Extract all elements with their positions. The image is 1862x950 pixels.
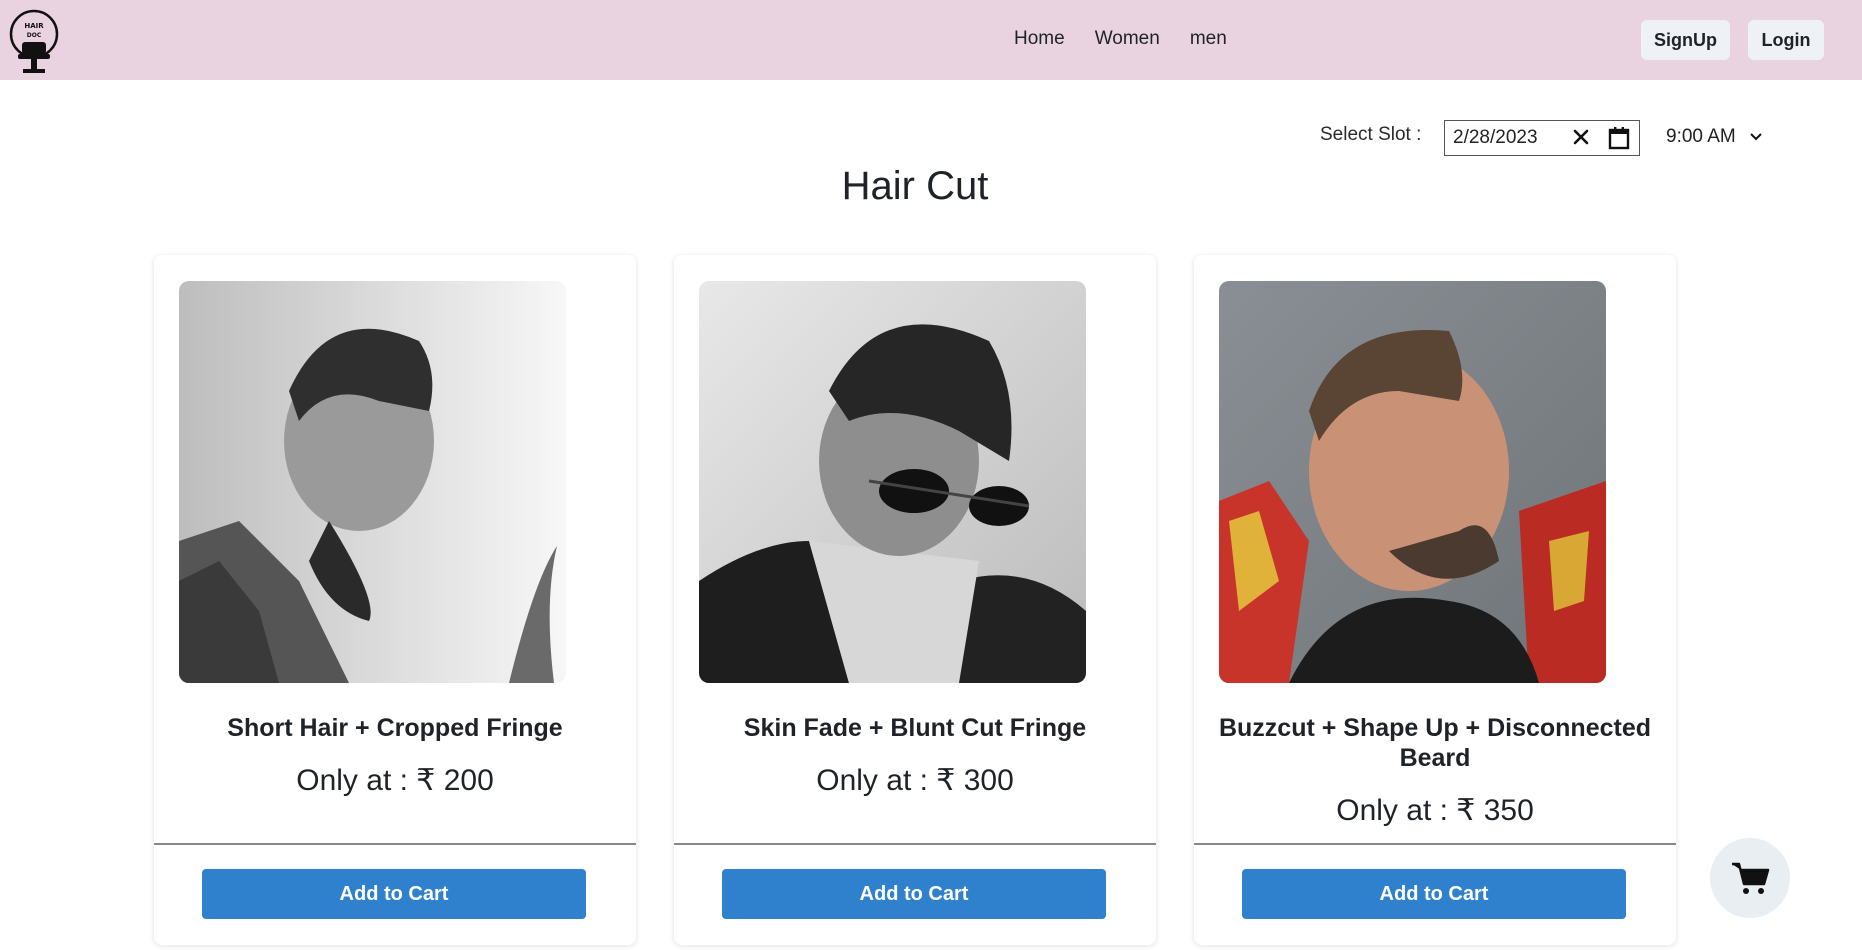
logo[interactable]: HAIR DOC	[8, 6, 60, 76]
shopping-cart-icon	[1732, 862, 1770, 894]
date-value: 2/28/2023	[1453, 127, 1538, 148]
service-image	[1219, 281, 1606, 683]
barber-chair-logo-icon: HAIR DOC	[9, 9, 59, 73]
slot-label: Select Slot :	[1320, 124, 1422, 145]
service-card: Buzzcut + Shape Up + Disconnected Beard …	[1194, 255, 1676, 945]
nav-home[interactable]: Home	[1014, 28, 1065, 50]
add-to-cart-button[interactable]: Add to Cart	[202, 869, 586, 919]
service-card: Skin Fade + Blunt Cut Fringe Only at : ₹…	[674, 255, 1156, 945]
service-title: Buzzcut + Shape Up + Disconnected Beard	[1218, 714, 1652, 772]
nav-men[interactable]: men	[1190, 28, 1227, 50]
calendar-icon[interactable]	[1607, 126, 1631, 150]
svg-text:DOC: DOC	[27, 32, 42, 39]
service-image	[699, 281, 1086, 683]
service-price: Only at : ₹ 300	[816, 764, 1014, 797]
nav-links: Home Women men	[1014, 28, 1227, 50]
service-price: Only at : ₹ 200	[296, 764, 494, 797]
navbar: HAIR DOC Home Women men SignUp Login	[0, 0, 1862, 80]
svg-text:HAIR: HAIR	[24, 22, 44, 30]
service-title: Skin Fade + Blunt Cut Fringe	[743, 714, 1087, 742]
time-select[interactable]: 9:00 AM	[1666, 126, 1762, 148]
card-divider	[1194, 843, 1676, 845]
close-icon[interactable]	[1571, 127, 1591, 147]
floating-cart-button[interactable]	[1710, 838, 1790, 918]
time-value: 9:00 AM	[1666, 126, 1736, 147]
add-to-cart-button[interactable]: Add to Cart	[1242, 869, 1626, 919]
nav-women[interactable]: Women	[1095, 28, 1160, 50]
service-image	[179, 281, 566, 683]
service-price: Only at : ₹ 350	[1336, 794, 1534, 827]
date-input[interactable]: 2/28/2023	[1444, 120, 1640, 156]
card-divider	[154, 843, 636, 845]
service-title: Short Hair + Cropped Fringe	[227, 714, 563, 742]
chevron-down-icon	[1750, 133, 1762, 141]
service-card: Short Hair + Cropped Fringe Only at : ₹ …	[154, 255, 636, 945]
page-title: Hair Cut	[841, 164, 989, 208]
signup-button[interactable]: SignUp	[1641, 20, 1730, 60]
login-button[interactable]: Login	[1748, 20, 1824, 60]
add-to-cart-button[interactable]: Add to Cart	[722, 869, 1106, 919]
card-divider	[674, 843, 1156, 845]
